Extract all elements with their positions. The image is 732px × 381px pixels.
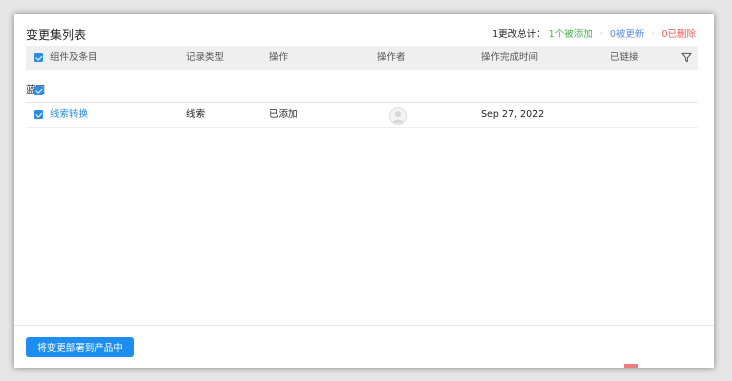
summary-total: 1更改总计： [492, 29, 546, 40]
header-component: 组件及条目 [50, 52, 98, 63]
group-row: 蓝图 [26, 80, 698, 103]
summary-updated: 0被更新 [609, 29, 645, 40]
summary-deleted: 0已删除 [661, 29, 696, 40]
corner-indicator [624, 364, 638, 368]
header-operator: 操作者 [377, 52, 406, 63]
completed-time-cell: Sep 27, 2022 [481, 109, 545, 120]
summary-separator: · [599, 29, 603, 40]
table-header: 组件及条目 记录类型 操作 操作者 操作完成时间 已链接 [26, 46, 698, 70]
group-checkbox[interactable] [34, 86, 43, 95]
footer-divider [14, 325, 714, 326]
summary-separator: · [651, 29, 655, 40]
change-summary: 1更改总计： 1个被添加 · 0被更新 · 0已删除 [492, 26, 696, 40]
operation-cell: 已添加 [269, 109, 298, 120]
select-all-checkbox[interactable] [34, 53, 43, 62]
header-record-type: 记录类型 [186, 52, 225, 63]
deploy-to-production-button[interactable]: 将变更部署到产品中 [26, 337, 134, 357]
header-linked: 已链接 [610, 52, 639, 63]
header-operation: 操作 [269, 52, 289, 63]
component-link[interactable]: 线索转换 [50, 103, 88, 127]
filter-icon[interactable] [681, 52, 692, 63]
summary-added: 1个被添加 [548, 29, 593, 40]
record-type-cell: 线索 [186, 109, 206, 120]
row-checkbox[interactable] [34, 110, 43, 119]
table-row: 线索转换 线索 已添加 Sep 27, 2022 [26, 103, 698, 128]
header-completed-time: 操作完成时间 [481, 52, 539, 63]
page-title: 变更集列表 [26, 28, 87, 42]
user-avatar-icon [389, 107, 407, 125]
changeset-panel: 变更集列表 1更改总计： 1个被添加 · 0被更新 · 0已删除 组件及条目 记… [14, 14, 714, 368]
